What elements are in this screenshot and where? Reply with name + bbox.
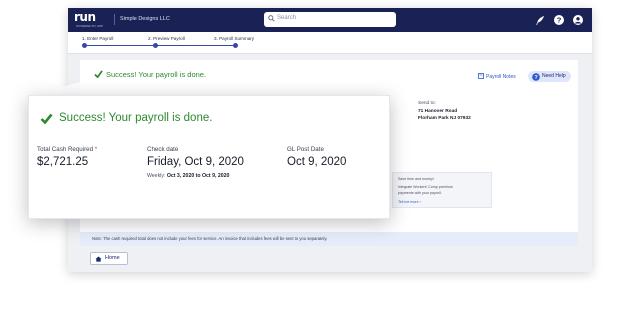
payroll-notes-link[interactable]: Payroll Notes: [478, 73, 516, 80]
svg-text:?: ?: [557, 16, 562, 25]
total-cash-label-text: Total Cash Required: [37, 146, 94, 153]
promo-text-2: payments with your payroll.: [398, 191, 442, 195]
checkmark-large-icon: [40, 113, 53, 124]
check-date-label: Check date: [147, 146, 179, 153]
tell-me-more-label: Tell me more: [398, 200, 419, 204]
need-help-button[interactable]: ? Need Help: [528, 71, 571, 82]
tell-me-more-link[interactable]: Tell me more ›: [398, 200, 421, 204]
total-cash-value: $2,721.25: [37, 156, 89, 168]
step-preview-payroll[interactable]: 2. Preview Payroll: [148, 36, 185, 41]
promo-title: Save time and money!: [398, 177, 434, 181]
payroll-stepper: 1. Enter Payroll 2. Preview Payroll 3. P…: [68, 32, 592, 54]
help-icon: ?: [532, 72, 540, 81]
home-label: Home: [105, 255, 120, 261]
promo-box: Save time and money! Integrate Workers' …: [392, 172, 492, 208]
payroll-notes-label: Payroll Notes: [486, 74, 516, 80]
step-enter-payroll[interactable]: 1. Enter Payroll: [82, 36, 113, 41]
user-icon[interactable]: [572, 14, 584, 26]
weekly-period: Weekly: Oct 3, 2020 to Oct 9, 2020: [147, 173, 229, 179]
total-cash-label: Total Cash Required *: [37, 146, 97, 153]
gl-post-date-value: Oct 9, 2020: [287, 156, 347, 168]
search-placeholder: Search: [277, 15, 297, 21]
step-payroll-summary[interactable]: 3. Payroll Summary: [214, 36, 254, 41]
send-to-label: Send to:: [418, 101, 436, 106]
top-navigation-bar: run POWERED BY ADP Simple Designs LLC Se…: [68, 8, 592, 32]
success-message-large: Success! Your payroll is done.: [59, 112, 213, 124]
send-to-address-line2: Florham Park NJ 07932: [418, 116, 471, 121]
required-marker: *: [94, 146, 98, 153]
need-help-label: Need Help: [542, 73, 566, 79]
company-name[interactable]: Simple Designs LLC: [114, 14, 170, 25]
gl-post-date-label: GL Post Date: [287, 146, 324, 153]
home-icon: [95, 256, 102, 262]
send-to-address-line1: 71 Hanover Road: [418, 109, 458, 114]
run-logo[interactable]: run: [74, 10, 96, 24]
zoomed-summary-panel: Success! Your payroll is done. Total Cas…: [28, 95, 390, 219]
home-button[interactable]: Home: [90, 252, 128, 265]
rocket-icon[interactable]: [534, 14, 546, 26]
checkmark-icon: [94, 70, 103, 78]
chevron-right-icon: ›: [419, 200, 421, 204]
help-circle-icon[interactable]: ?: [553, 14, 565, 26]
step-2-dot: [153, 43, 158, 48]
logo-subtitle: POWERED BY ADP: [76, 24, 104, 28]
check-date-value: Friday, Oct 9, 2020: [147, 156, 244, 168]
stepper-track: [84, 45, 236, 47]
success-message: Success! Your payroll is done.: [106, 70, 207, 79]
step-1-dot: [82, 43, 87, 48]
promo-text-1: Integrate Workers' Comp premium: [398, 185, 453, 189]
weekly-label: Weekly:: [147, 173, 166, 179]
fee-note: Note: The cash required total does not i…: [92, 236, 328, 241]
search-icon: [268, 15, 275, 22]
step-3-dot: [233, 43, 238, 48]
notes-icon: [478, 73, 484, 79]
search-input[interactable]: Search: [264, 12, 396, 27]
fee-note-bar: Note: The cash required total does not i…: [80, 232, 578, 246]
weekly-range: Oct 3, 2020 to Oct 9, 2020: [166, 173, 230, 179]
